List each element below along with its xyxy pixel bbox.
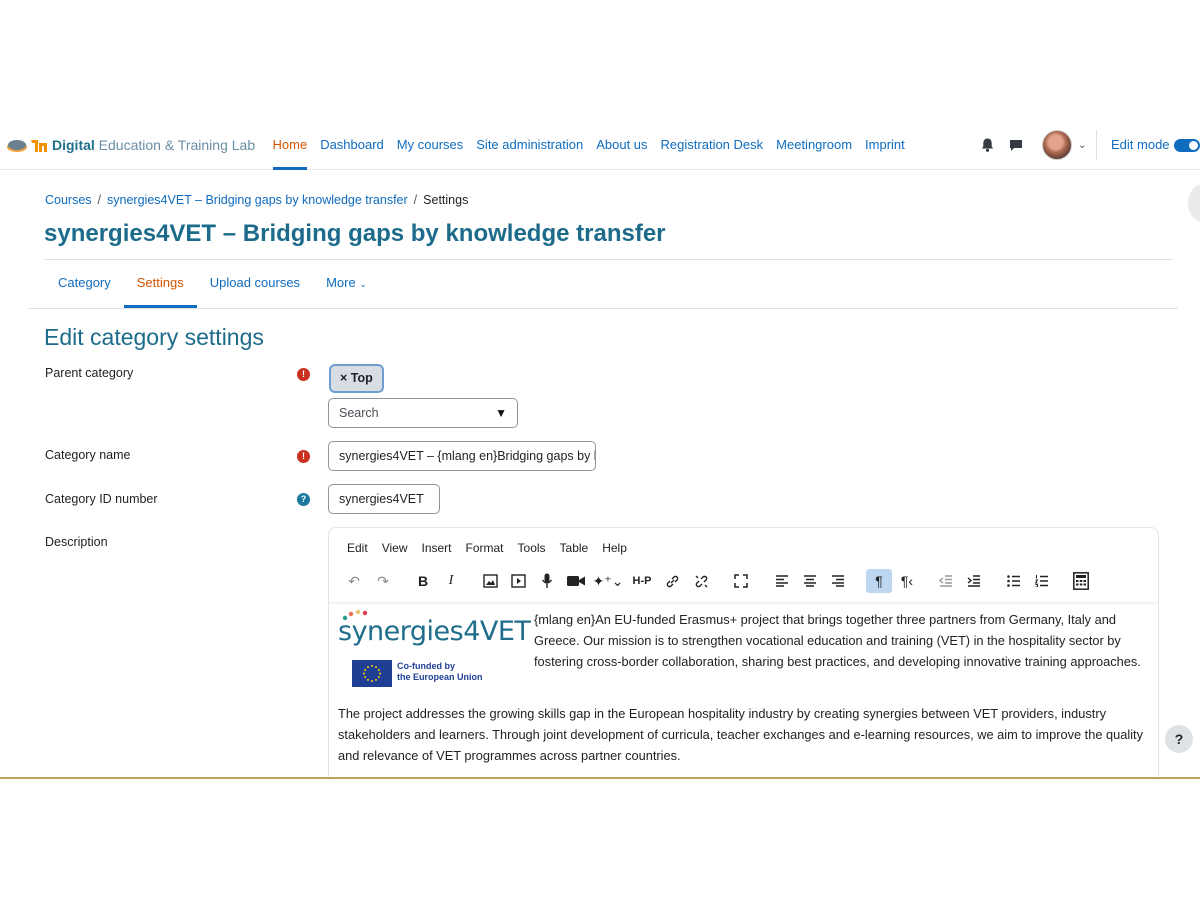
description-paragraph-2: The project addresses the growing skills… [338,706,1143,763]
bold-icon[interactable]: B [412,569,434,593]
secondary-navigation: Category Settings Upload courses More ⌄ [45,260,380,308]
nav-meetingroom[interactable]: Meetingroom [776,120,852,170]
breadcrumb-separator: / [97,193,102,207]
align-center-icon[interactable] [799,569,821,593]
navbar-divider [1096,130,1098,160]
user-menu-chevron-down-icon[interactable]: ⌄ [1078,140,1086,151]
eu-line-1: Co-funded by [397,661,455,671]
undo-icon[interactable]: ↶ [343,569,365,593]
user-avatar[interactable] [1042,130,1072,160]
calculator-icon[interactable] [1070,569,1092,593]
screenshot-bottom-border [0,777,1200,779]
section-title: Edit category settings [44,324,264,350]
synergies4vet-logo: synergies4VET Co-funded by the European … [338,608,534,692]
notifications-bell-icon[interactable] [976,134,998,156]
brand-name: Digital Education & Training Lab [52,137,255,153]
user-controls: ⌄ [976,120,1098,170]
parent-category-chip[interactable]: × Top [329,364,384,393]
primary-navigation: Home Dashboard My courses Site administr… [266,120,911,170]
menu-edit[interactable]: Edit [347,541,368,555]
logo-wordmark: synergies4VET [338,616,531,647]
messages-chat-icon[interactable] [1005,134,1027,156]
rtl-paragraph-icon[interactable]: ¶‹ [896,569,918,593]
menu-format[interactable]: Format [466,541,504,555]
outdent-icon[interactable] [935,569,957,593]
video-camera-icon[interactable] [565,569,587,593]
tab-more-label: More [326,275,356,290]
media-play-icon[interactable] [507,569,529,593]
required-icon: ! [297,450,310,463]
breadcrumb-separator: / [413,193,418,207]
numbered-list-icon[interactable] [1031,569,1053,593]
align-left-icon[interactable] [771,569,793,593]
description-label: Description [45,535,108,549]
ltr-paragraph-icon[interactable]: ¶ [866,569,892,593]
category-name-input[interactable]: synergies4VET – {mlang en}Bridging gaps … [328,441,596,471]
unlink-icon[interactable] [690,569,712,593]
top-navbar: Digital Education & Training Lab Home Da… [0,120,1200,170]
parent-category-label: Parent category [45,366,134,380]
h5p-icon[interactable]: H-P [631,569,653,593]
category-name-label: Category name [45,448,131,462]
parent-category-search-select[interactable]: Search ▼ [328,398,518,428]
indent-icon[interactable] [963,569,985,593]
category-id-number-input[interactable]: synergies4VET [328,484,440,514]
italic-icon[interactable]: I [440,569,462,593]
editor-menubar: Edit View Insert Format Tools Table Help [347,541,641,555]
nav-site-administration[interactable]: Site administration [476,120,583,170]
nav-my-courses[interactable]: My courses [397,120,463,170]
redo-icon[interactable]: ↷ [372,569,394,593]
edit-mode-toggle[interactable] [1174,139,1200,152]
microphone-icon[interactable] [536,569,558,593]
eu-cofunded-text: Co-funded by the European Union [397,661,483,683]
bullet-list-icon[interactable] [1003,569,1025,593]
tab-more[interactable]: More ⌄ [313,260,380,308]
brand-light: Education & Training Lab [98,137,256,153]
menu-help[interactable]: Help [602,541,627,555]
parent-category-search-placeholder: Search [339,406,379,420]
drawer-toggle-button[interactable] [1188,184,1200,222]
brand-strong: Digital [52,137,95,153]
ai-sparkles-icon[interactable]: ✦⁺⌄ [593,569,624,593]
tab-category[interactable]: Category [45,260,124,308]
page-title: synergies4VET – Bridging gaps by knowled… [44,220,666,247]
edit-mode-label: Edit mode [1111,137,1170,152]
chevron-down-icon: ⌄ [359,279,367,289]
breadcrumb-courses-link[interactable]: Courses [45,193,92,207]
tabs-divider [29,308,1178,309]
dropdown-arrow-icon: ▼ [495,406,507,420]
moodle-page: Digital Education & Training Lab Home Da… [0,120,1200,779]
help-button[interactable]: ? [1165,725,1193,753]
site-logo-icon [6,135,50,155]
editor-content[interactable]: synergies4VET Co-funded by the European … [329,604,1158,779]
fullscreen-icon[interactable] [730,569,752,593]
tab-settings[interactable]: Settings [123,260,197,308]
menu-table[interactable]: Table [560,541,589,555]
menu-insert[interactable]: Insert [421,541,451,555]
category-id-number-label: Category ID number [45,492,158,506]
link-icon[interactable] [661,569,683,593]
breadcrumb-current: Settings [423,193,469,207]
eu-line-2: the European Union [397,672,483,682]
description-editor: Edit View Insert Format Tools Table Help… [328,527,1159,779]
editor-toolbar: ↶ ↷ B I ✦⁺⌄ H-P ¶ ¶‹ [343,569,1153,595]
nav-imprint[interactable]: Imprint [865,120,905,170]
nav-about-us[interactable]: About us [596,120,647,170]
nav-dashboard[interactable]: Dashboard [320,120,384,170]
menu-tools[interactable]: Tools [518,541,546,555]
align-right-icon[interactable] [827,569,849,593]
breadcrumb: Courses / synergies4VET – Bridging gaps by… [45,193,468,207]
eu-flag-icon [352,660,392,687]
nav-home[interactable]: Home [272,120,307,170]
menu-view[interactable]: View [382,541,408,555]
tab-upload-courses[interactable]: Upload courses [197,260,313,308]
nav-registration-desk[interactable]: Registration Desk [661,120,764,170]
image-icon[interactable] [479,569,501,593]
site-brand[interactable]: Digital Education & Training Lab [6,133,255,157]
required-icon: ! [297,368,310,381]
description-paragraph-1: {mlang en}An EU-funded Erasmus+ project … [534,612,1141,669]
help-question-icon[interactable]: ? [297,493,310,506]
breadcrumb-course-link[interactable]: synergies4VET – Bridging gaps by knowled… [107,193,408,207]
